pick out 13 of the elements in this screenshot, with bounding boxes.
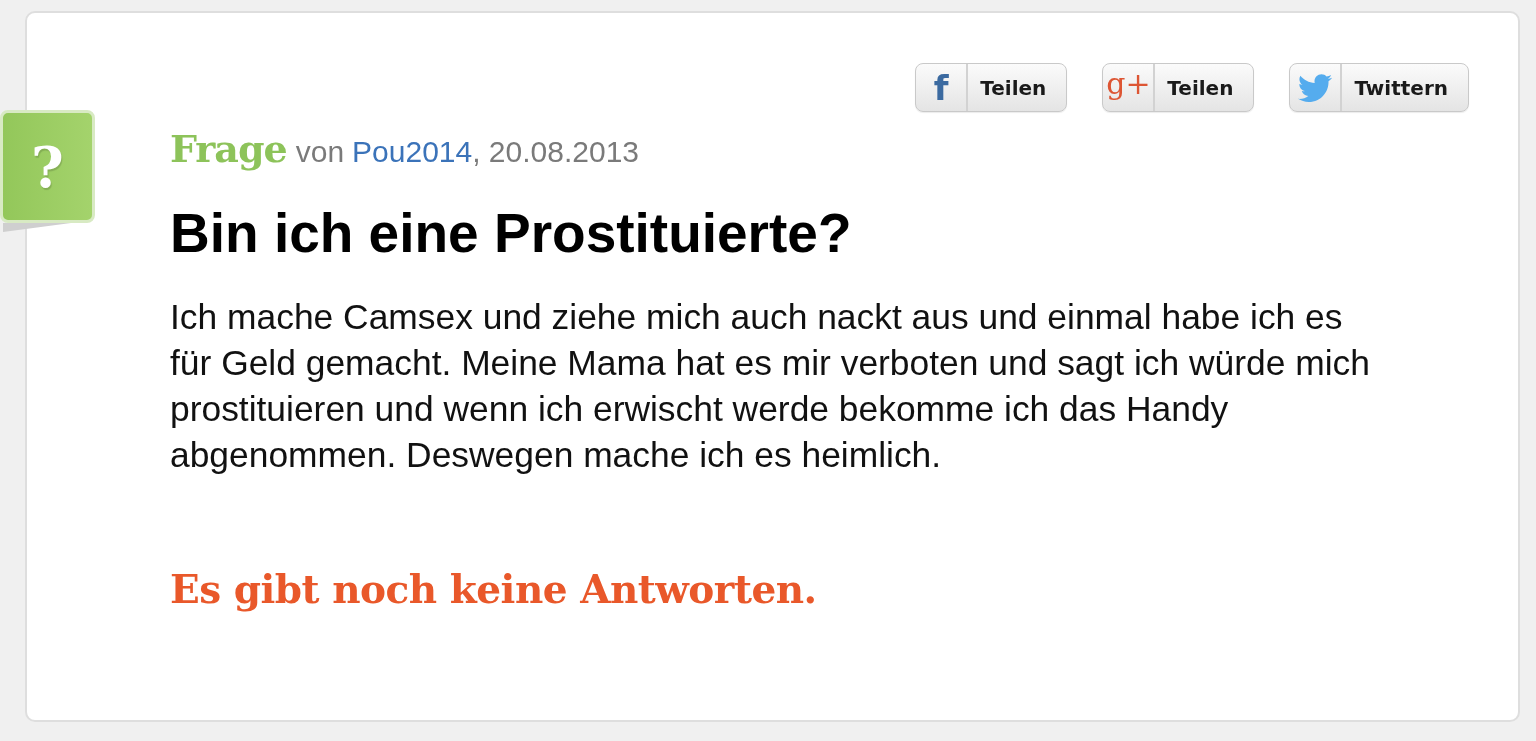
f-logo-icon: f [933, 70, 949, 105]
share-button[interactable]: f Teilen [915, 63, 1068, 112]
post-date: , 20.08.2013 [472, 135, 640, 169]
share-button[interactable]: Twittern [1289, 63, 1469, 112]
question-label: Frage [170, 126, 287, 171]
bird-icon [1298, 73, 1333, 102]
share-button[interactable]: g+ Teilen [1102, 63, 1255, 112]
question-body: Ich mache Camsex und ziehe mich auch nackt aus und einmal habe ich es für Geld gemacht. Meine Mama hat es mir verboten und sagt ich würde mich prostituieren und wenn ich erwischt werde bekomme ich das Handy abgenommen. Deswegen mache ich es heimlich. [170, 296, 1371, 477]
question-title: Bin ich eine Prostituierte? [170, 201, 853, 266]
author-link[interactable]: Pou2014 [352, 135, 473, 169]
no-answers-notice: Es gibt noch keine Antworten. [170, 566, 818, 612]
byline-text: von [295, 135, 345, 169]
g-plus-icon: g+ [1106, 68, 1151, 99]
